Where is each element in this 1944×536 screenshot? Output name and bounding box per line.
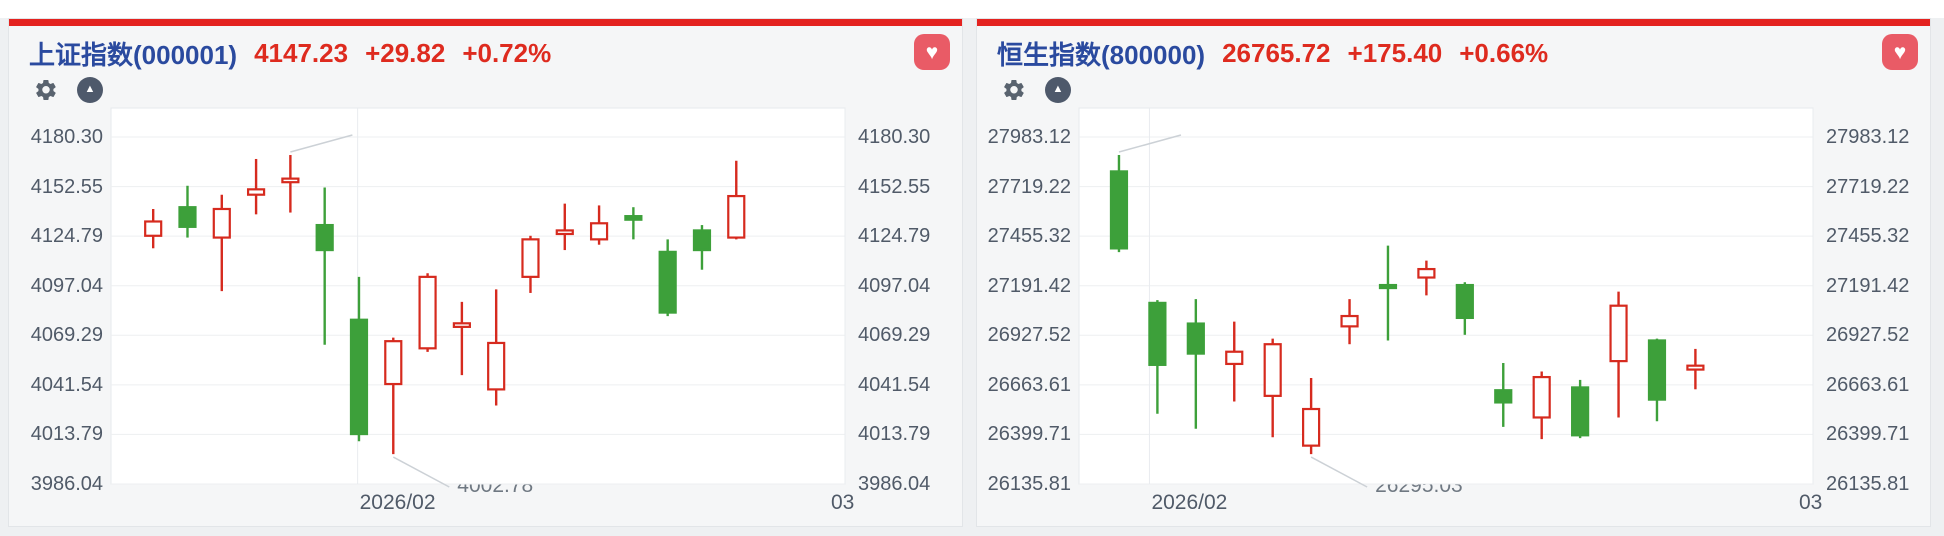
price-change: +29.82 (365, 38, 445, 69)
y-axis-label: 4013.79 (858, 422, 962, 446)
index-name: 上证指数(000001) (29, 35, 237, 72)
accent-bar (977, 19, 1930, 26)
y-axis-label: 4152.55 (9, 175, 103, 199)
y-axis-label: 4069.29 (9, 323, 103, 347)
y-axis-label: 27719.22 (1826, 175, 1930, 199)
y-axis-label: 26399.71 (1826, 422, 1930, 446)
x-axis-label: 03 (1799, 491, 1822, 515)
last-price: 4147.23 (254, 38, 348, 69)
triangle-up-icon: ▲ (1053, 84, 1064, 95)
y-axis-label: 27455.32 (977, 224, 1071, 248)
index-name: 恒生指数(800000) (997, 35, 1205, 72)
y-axis-label: 4041.54 (9, 373, 103, 397)
y-axis-label: 4124.79 (858, 224, 962, 248)
y-axis-label: 4097.04 (9, 274, 103, 298)
index-header: 恒生指数(800000) 26765.72 +175.40 +0.66% (997, 35, 1548, 71)
candle (1572, 380, 1588, 438)
index-header: 上证指数(000001) 4147.23 +29.82 +0.72% (29, 35, 551, 71)
settings-button[interactable] (1001, 77, 1027, 103)
price-change: +175.40 (1348, 38, 1443, 69)
y-axis-label: 26663.61 (1826, 373, 1930, 397)
y-axis-label: 26135.81 (1826, 472, 1930, 496)
y-axis-label: 26399.71 (977, 422, 1071, 446)
triangle-up-icon: ▲ (85, 84, 96, 95)
y-axis-label: 26927.52 (1826, 323, 1930, 347)
y-axis-label: 26663.61 (977, 373, 1071, 397)
x-axis-label: 2026/02 (360, 491, 436, 515)
x-axis-label: 2026/02 (1151, 491, 1227, 515)
x-axis-label: 03 (831, 491, 854, 515)
candlestick-chart[interactable]: 4170.214002.784180.304180.304152.554152.… (9, 19, 964, 528)
y-axis-label: 4041.54 (858, 373, 962, 397)
price-change-percent: +0.72% (462, 38, 551, 69)
y-axis-label: 27191.42 (1826, 274, 1930, 298)
y-axis-label: 27983.12 (977, 125, 1071, 149)
heart-icon: ♥ (1894, 42, 1906, 63)
y-axis-label: 4069.29 (858, 323, 962, 347)
y-axis-label: 4180.30 (858, 125, 962, 149)
y-axis-label: 3986.04 (858, 472, 962, 496)
last-price: 26765.72 (1222, 38, 1330, 69)
accent-bar (9, 19, 962, 26)
index-card-shanghai-composite: 4170.214002.784180.304180.304152.554152.… (8, 18, 963, 527)
heart-icon: ♥ (926, 42, 938, 63)
price-change-percent: +0.66% (1459, 38, 1548, 69)
y-axis-label: 27455.32 (1826, 224, 1930, 248)
favorite-button[interactable]: ♥ (914, 34, 950, 70)
y-axis-label: 3986.04 (9, 472, 103, 496)
y-axis-label: 4152.55 (858, 175, 962, 199)
collapse-button[interactable]: ▲ (1045, 77, 1071, 103)
candlestick-chart[interactable]: 27887.2426295.0327983.1227983.1227719.22… (977, 19, 1932, 528)
gear-icon (1002, 78, 1026, 102)
favorite-button[interactable]: ♥ (1882, 34, 1918, 70)
gear-icon (34, 78, 58, 102)
chart-canvas (977, 19, 1932, 528)
candle (420, 273, 436, 352)
chart-toolbar: ▲ (33, 77, 103, 103)
y-axis-label: 4124.79 (9, 224, 103, 248)
y-axis-label: 26927.52 (977, 323, 1071, 347)
settings-button[interactable] (33, 77, 59, 103)
y-axis-label: 4180.30 (9, 125, 103, 149)
candle (660, 239, 676, 316)
y-axis-label: 26135.81 (977, 472, 1071, 496)
y-axis-label: 27191.42 (977, 274, 1071, 298)
y-axis-label: 27983.12 (1826, 125, 1930, 149)
y-axis-label: 4013.79 (9, 422, 103, 446)
index-card-hang-seng: 27887.2426295.0327983.1227983.1227719.22… (976, 18, 1931, 527)
chart-toolbar: ▲ (1001, 77, 1071, 103)
collapse-button[interactable]: ▲ (77, 77, 103, 103)
y-axis-label: 27719.22 (977, 175, 1071, 199)
y-axis-label: 4097.04 (858, 274, 962, 298)
chart-canvas (9, 19, 964, 528)
